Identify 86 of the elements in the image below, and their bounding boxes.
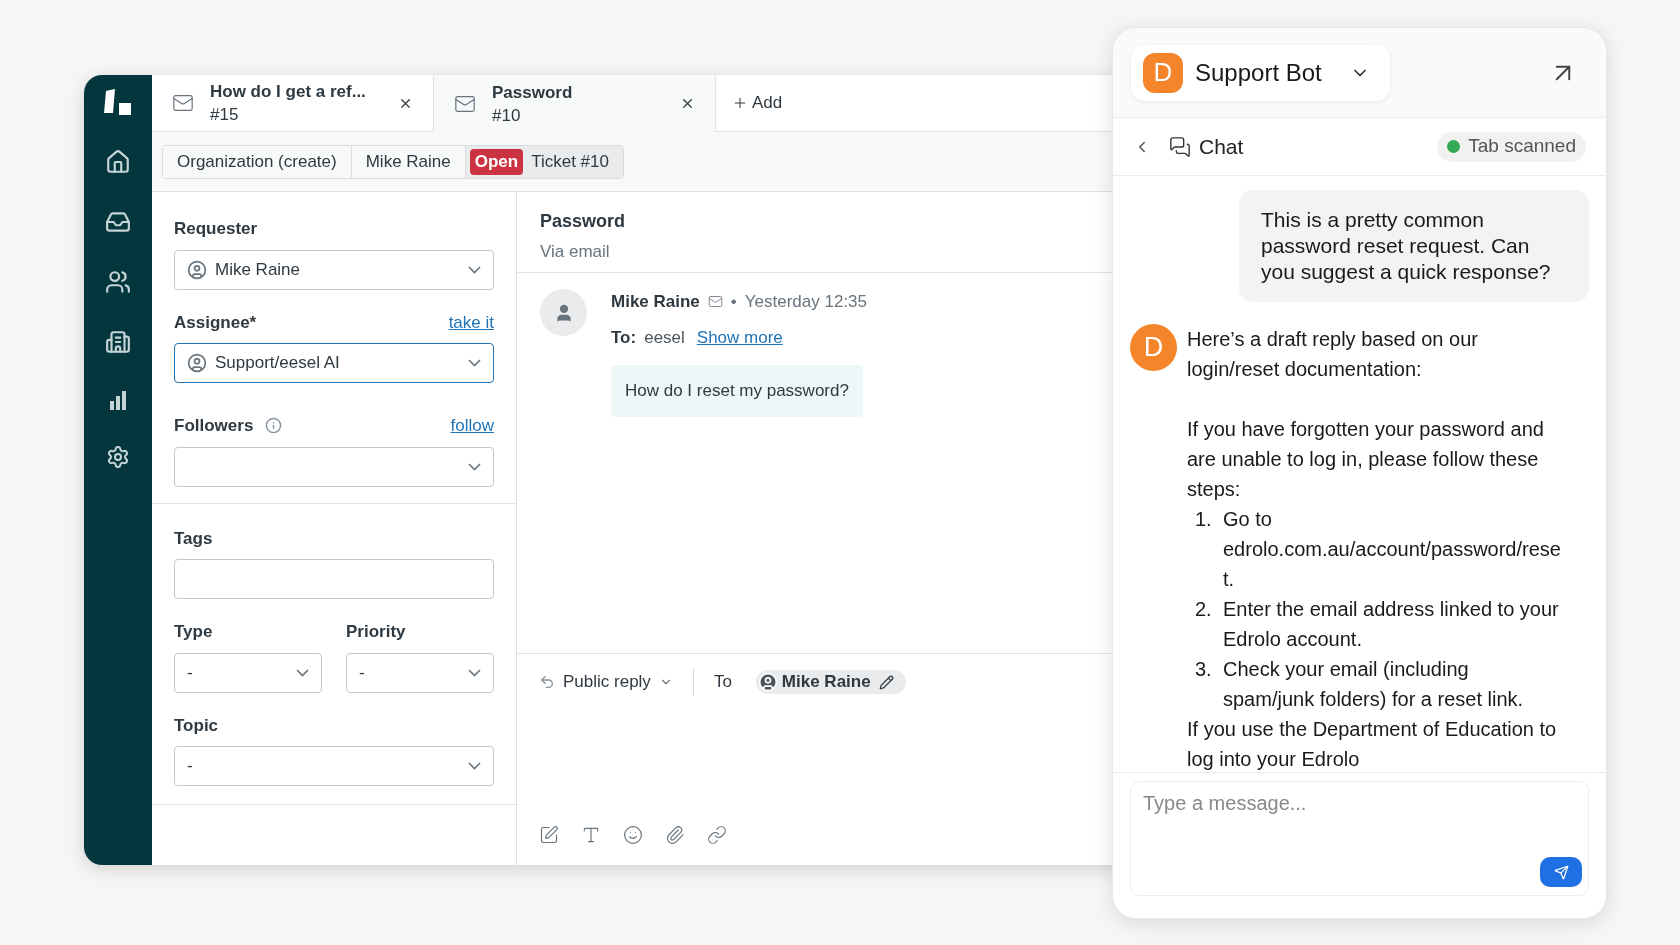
mail-icon — [707, 294, 723, 310]
separator: • — [730, 291, 737, 313]
bot-avatar: D — [1130, 324, 1177, 371]
field-label: Requester — [174, 218, 259, 240]
building-icon[interactable] — [105, 329, 131, 355]
reply-mode-button[interactable]: Public reply — [539, 669, 673, 695]
bot-name: Support Bot — [1195, 57, 1322, 88]
info-icon[interactable] — [265, 417, 283, 435]
section-title: Chat — [1199, 133, 1245, 160]
recipient-chip[interactable]: Mike Raine — [755, 670, 906, 694]
ticket-subject: Password — [540, 210, 627, 233]
user-icon — [187, 353, 207, 373]
tags-field[interactable] — [174, 559, 494, 599]
plus-icon — [732, 95, 748, 111]
requester-select[interactable]: Mike Raine — [174, 249, 494, 290]
type-select[interactable]: - — [174, 652, 322, 693]
step-number: 3. — [1195, 657, 1213, 682]
status-pill: Tab scanned — [1437, 131, 1586, 162]
send-icon — [1553, 864, 1569, 880]
link-icon[interactable] — [707, 825, 727, 845]
chevron-down-icon — [468, 462, 481, 471]
close-icon[interactable] — [680, 96, 695, 111]
step-text: Enter the email address linked to your Edrolo account. — [1223, 597, 1560, 652]
ticket-tab[interactable]: How do I get a ref... #15 — [152, 75, 434, 132]
attachment-icon[interactable] — [665, 825, 685, 845]
field-label: Assignee* — [174, 311, 257, 334]
reply-icon — [539, 674, 555, 690]
tab-number: #15 — [210, 104, 240, 126]
add-tab-button[interactable]: Add — [716, 75, 799, 132]
field-label: Type — [174, 621, 214, 643]
home-icon[interactable] — [105, 149, 131, 175]
chevron-down-icon — [468, 359, 481, 367]
field-label: Topic — [174, 715, 219, 735]
user-icon — [757, 672, 778, 692]
step-text: Go to edrolo.com.au/account/password/reset. — [1223, 507, 1562, 592]
chevron-down-icon — [468, 762, 481, 770]
pencil-icon — [878, 674, 894, 690]
inbox-icon[interactable] — [105, 209, 131, 235]
logo-icon — [103, 89, 133, 115]
settings-icon[interactable] — [106, 445, 130, 469]
chevron-down-icon — [296, 668, 309, 677]
tab-title: How do I get a ref... — [210, 81, 367, 103]
reply-paragraph: If you have forgotten your password and are unable to log in, please follow these steps: — [1187, 417, 1545, 502]
field-label: Tags — [174, 528, 213, 548]
reply-paragraph: Here’s a draft reply based on our login/reset documentation: — [1187, 327, 1479, 382]
bar-chart-icon[interactable] — [107, 389, 129, 411]
tab-title: Password — [492, 81, 574, 104]
author-name: Mike Raine — [611, 291, 700, 313]
field-label: Priority — [346, 621, 407, 643]
priority-select[interactable]: - — [346, 652, 494, 693]
bot-selector[interactable]: D Support Bot — [1131, 44, 1390, 101]
breadcrumb[interactable]: Open Ticket #10 — [464, 145, 623, 178]
step-text: Check your email (including spam/junk folders) for a reset link. — [1223, 657, 1525, 712]
reply-paragraph: If you use the Department of Education to log into your Edrolo — [1187, 717, 1558, 772]
status-badge: Open — [469, 148, 524, 175]
take-it-link[interactable]: take it — [448, 309, 494, 335]
bot-avatar: D — [1143, 52, 1183, 93]
message-time: Yesterday 12:35 — [744, 291, 867, 313]
message-bubble: How do I reset my password? — [611, 365, 863, 417]
field-label: Followers — [174, 415, 254, 437]
user-icon — [187, 259, 207, 280]
emoji-icon[interactable] — [623, 825, 643, 845]
message-input[interactable]: Type a message... — [1130, 781, 1589, 896]
send-button[interactable] — [1540, 857, 1582, 887]
show-more-link[interactable]: Show more — [696, 324, 783, 350]
assignee-select[interactable]: Support/eesel AI — [174, 343, 494, 383]
chevron-down-icon — [468, 668, 481, 677]
compose-icon[interactable] — [539, 825, 559, 845]
chat-icon — [1169, 135, 1191, 158]
text-format-icon[interactable] — [581, 825, 601, 845]
to-label: To — [713, 671, 732, 694]
tab-number: #10 — [492, 104, 522, 127]
step-number: 1. — [1195, 507, 1213, 532]
ticket-channel: Via email — [540, 241, 611, 263]
breadcrumb-label: Ticket #10 — [531, 150, 609, 173]
recipient: eesel — [644, 326, 685, 349]
breadcrumb-label: Organization (create) — [177, 150, 337, 173]
user-message: This is a pretty common password reset request. Can you suggest a quick response? — [1239, 190, 1589, 302]
to-label: To: — [611, 326, 637, 349]
step-number: 2. — [1195, 597, 1213, 622]
follow-link[interactable]: follow — [450, 413, 494, 439]
chevron-down-icon — [468, 265, 481, 274]
breadcrumb-label: Mike Raine — [365, 150, 451, 173]
topic-select[interactable]: - — [174, 746, 494, 786]
users-icon[interactable] — [105, 269, 131, 295]
mail-icon — [172, 92, 194, 114]
